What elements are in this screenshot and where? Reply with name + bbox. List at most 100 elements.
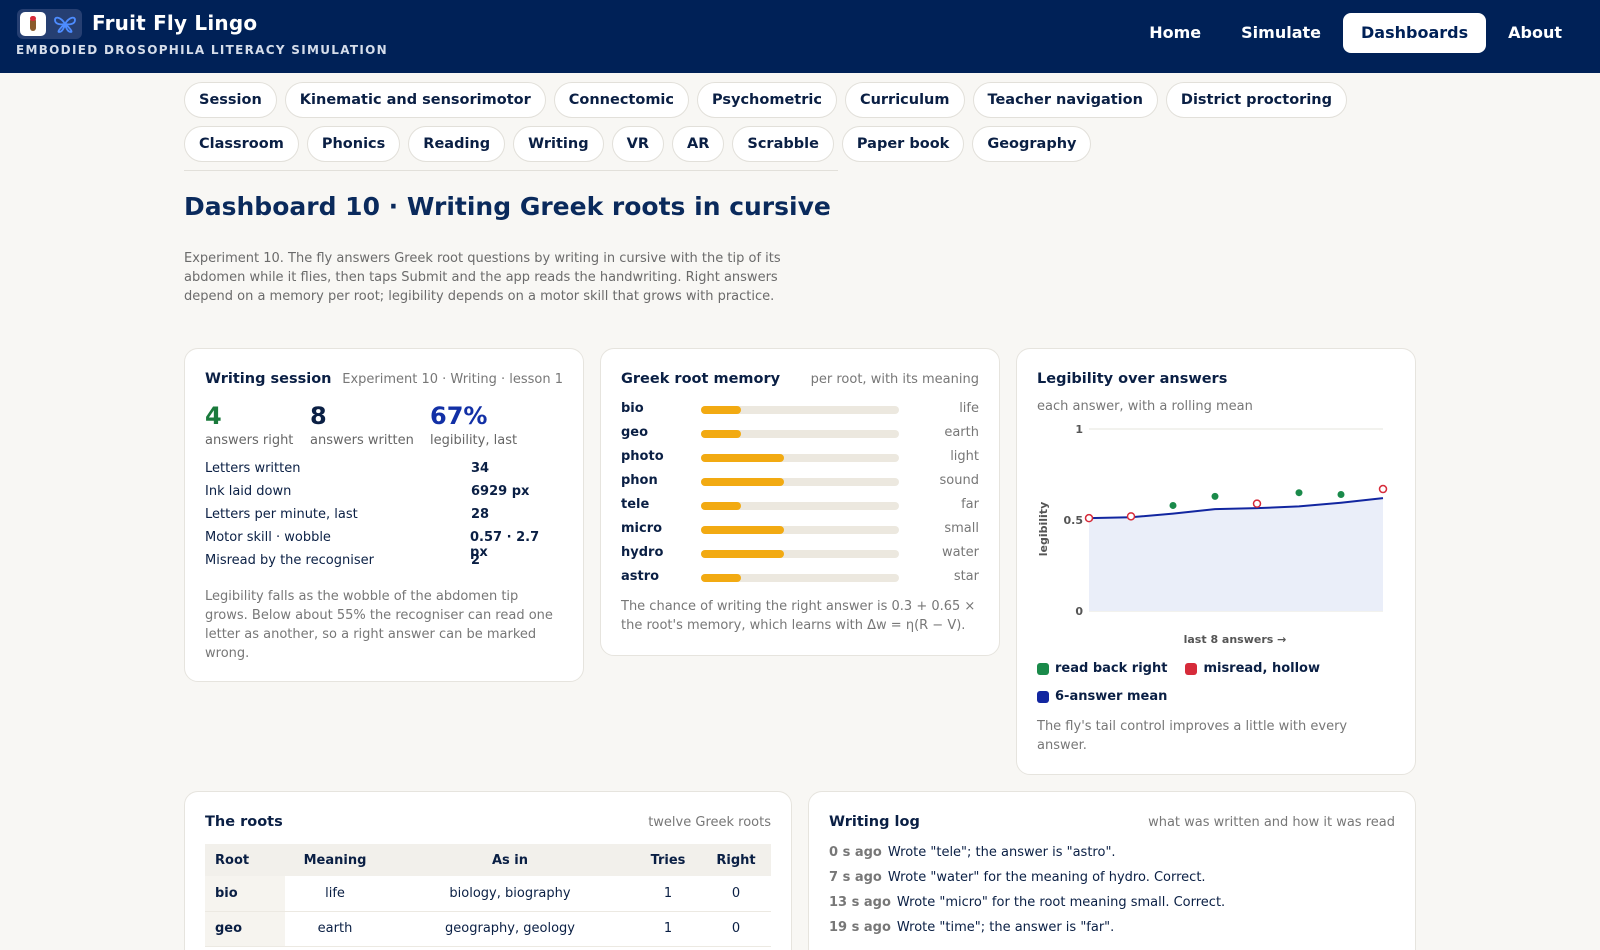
card-title: Legibility over answers bbox=[1037, 371, 1228, 387]
memory-bar bbox=[701, 454, 899, 462]
nav-about[interactable]: About bbox=[1490, 13, 1580, 53]
tab-district-proctoring[interactable]: District proctoring bbox=[1165, 82, 1347, 118]
legend-label: 6-answer mean bbox=[1055, 689, 1168, 704]
main-nav: Home Simulate Dashboards About bbox=[1127, 13, 1580, 53]
memory-meaning: life bbox=[959, 401, 979, 416]
table-header-row: Root Meaning As in Tries Right bbox=[205, 844, 771, 876]
roots-card: The roots twelve Greek roots Root Meanin… bbox=[184, 791, 792, 950]
tab-curriculum[interactable]: Curriculum bbox=[844, 82, 965, 118]
memory-row-astro: astro star bbox=[621, 569, 979, 593]
tab-classroom[interactable]: Classroom bbox=[184, 126, 299, 162]
memory-meaning: earth bbox=[944, 425, 979, 440]
nav-dashboards[interactable]: Dashboards bbox=[1343, 13, 1487, 53]
memory-root: micro bbox=[621, 521, 663, 536]
memory-row-geo: geo earth bbox=[621, 425, 979, 449]
app-logo[interactable] bbox=[17, 9, 82, 39]
detail-key: Letters written bbox=[205, 461, 301, 476]
stat-answers-right: 4 answers right bbox=[205, 401, 293, 448]
memory-meaning: far bbox=[961, 497, 979, 512]
card-subtitle: per root, with its meaning bbox=[810, 372, 979, 387]
memory-root: hydro bbox=[621, 545, 664, 560]
table-cell: biology, biography bbox=[385, 876, 635, 912]
legend-swatch bbox=[1185, 662, 1198, 675]
table-row: bio life biology, biography 1 0 bbox=[205, 876, 771, 912]
column-header: Right bbox=[701, 844, 771, 876]
legibility-chart: legibility last 8 answers → 0 0.5 1 bbox=[1037, 423, 1388, 646]
answer-point-right bbox=[1211, 492, 1219, 500]
log-text: Wrote "time"; the answer is "far". bbox=[896, 920, 1115, 935]
detail-row: Motor skill · wobble 0.57 · 2.7 px bbox=[205, 530, 561, 560]
card-title: Writing session bbox=[205, 371, 332, 387]
stat-label: answers right bbox=[205, 433, 294, 448]
memory-bar bbox=[701, 478, 899, 486]
answer-point-right bbox=[1337, 491, 1345, 499]
memory-row-hydro: hydro water bbox=[621, 545, 979, 569]
legend-label: read back right bbox=[1055, 661, 1168, 676]
dashboard-tabs-row-1: Session Kinematic and sensorimotor Conne… bbox=[184, 82, 1347, 118]
tab-geography[interactable]: Geography bbox=[972, 126, 1092, 162]
tab-connectomic[interactable]: Connectomic bbox=[553, 82, 689, 118]
log-time: 13 s ago bbox=[829, 895, 891, 910]
page-intro: Experiment 10. The fly answers Greek roo… bbox=[184, 251, 781, 304]
detail-row: Letters written 34 bbox=[205, 461, 561, 484]
memory-row-bio: bio life bbox=[621, 401, 979, 425]
fruit-fly-icon bbox=[20, 12, 46, 36]
detail-key: Letters per minute, last bbox=[205, 507, 358, 522]
column-header: As in bbox=[385, 844, 635, 876]
answer-point-right bbox=[1169, 501, 1177, 509]
tab-scrabble[interactable]: Scrabble bbox=[732, 126, 834, 162]
table-cell: 0 bbox=[701, 911, 771, 947]
butterfly-icon bbox=[54, 16, 76, 33]
detail-row: Ink laid down 6929 px bbox=[205, 484, 561, 507]
tab-session[interactable]: Session bbox=[184, 82, 277, 118]
stat-value: 8 bbox=[310, 402, 327, 430]
detail-key: Misread by the recogniser bbox=[205, 553, 374, 568]
memory-bar bbox=[701, 502, 899, 510]
detail-value: 28 bbox=[471, 507, 490, 522]
memory-meaning: sound bbox=[939, 473, 979, 488]
tab-writing[interactable]: Writing bbox=[513, 126, 604, 162]
tab-paper-book[interactable]: Paper book bbox=[841, 126, 965, 162]
log-text: Wrote "micro" for the root meaning small… bbox=[896, 895, 1226, 910]
card-subtitle: what was written and how it was read bbox=[1148, 815, 1395, 830]
tab-ar[interactable]: AR bbox=[671, 126, 725, 162]
tab-teacher-navigation[interactable]: Teacher navigation bbox=[972, 82, 1158, 118]
chart-legend: read back right misread, hollow bbox=[1037, 661, 1338, 676]
memory-bar bbox=[701, 526, 899, 534]
table-cell: 1 bbox=[635, 876, 701, 912]
nav-home[interactable]: Home bbox=[1131, 13, 1219, 53]
memory-bar-fill bbox=[701, 454, 785, 462]
nav-simulate[interactable]: Simulate bbox=[1223, 13, 1339, 53]
memory-bar bbox=[701, 430, 899, 438]
table-cell: bio bbox=[205, 876, 285, 912]
legend-item: read back right bbox=[1037, 661, 1167, 676]
memory-bar bbox=[701, 574, 899, 582]
detail-value: 6929 px bbox=[471, 484, 530, 499]
memory-root: geo bbox=[621, 425, 649, 440]
log-time: 7 s ago bbox=[829, 870, 882, 885]
app-title[interactable]: Fruit Fly Lingo bbox=[92, 11, 257, 35]
tab-vr[interactable]: VR bbox=[611, 126, 664, 162]
memory-row-tele: tele far bbox=[621, 497, 979, 521]
tab-reading[interactable]: Reading bbox=[408, 126, 506, 162]
card-subtitle: twelve Greek roots bbox=[648, 815, 771, 830]
detail-value: 0.57 · 2.7 px bbox=[470, 530, 540, 560]
roots-table: Root Meaning As in Tries Right bio life … bbox=[205, 844, 771, 947]
log-entry: 19 s ago Wrote "time"; the answer is "far… bbox=[829, 920, 1114, 944]
answer-point-misread bbox=[1252, 499, 1262, 508]
memory-root: photo bbox=[621, 449, 664, 464]
top-bar: Fruit Fly Lingo EMBODIED DROSOPHILA LITE… bbox=[0, 0, 1600, 73]
card-title: Greek root memory bbox=[621, 371, 781, 387]
stat-value: 4 bbox=[205, 402, 222, 430]
detail-key: Ink laid down bbox=[205, 484, 292, 499]
session-note: Legibility falls as the wobble of the ab… bbox=[205, 589, 553, 661]
stat-answers-written: 8 answers written bbox=[310, 401, 414, 448]
stat-legibility: 67% legibility, last bbox=[430, 401, 517, 448]
answer-point-misread bbox=[1126, 512, 1136, 521]
memory-bar bbox=[701, 550, 899, 558]
detail-value: 2 bbox=[471, 553, 481, 568]
tab-kinematic[interactable]: Kinematic and sensorimotor bbox=[284, 82, 546, 118]
table-cell: 0 bbox=[701, 876, 771, 912]
tab-psychometric[interactable]: Psychometric bbox=[697, 82, 837, 118]
tab-phonics[interactable]: Phonics bbox=[306, 126, 401, 162]
